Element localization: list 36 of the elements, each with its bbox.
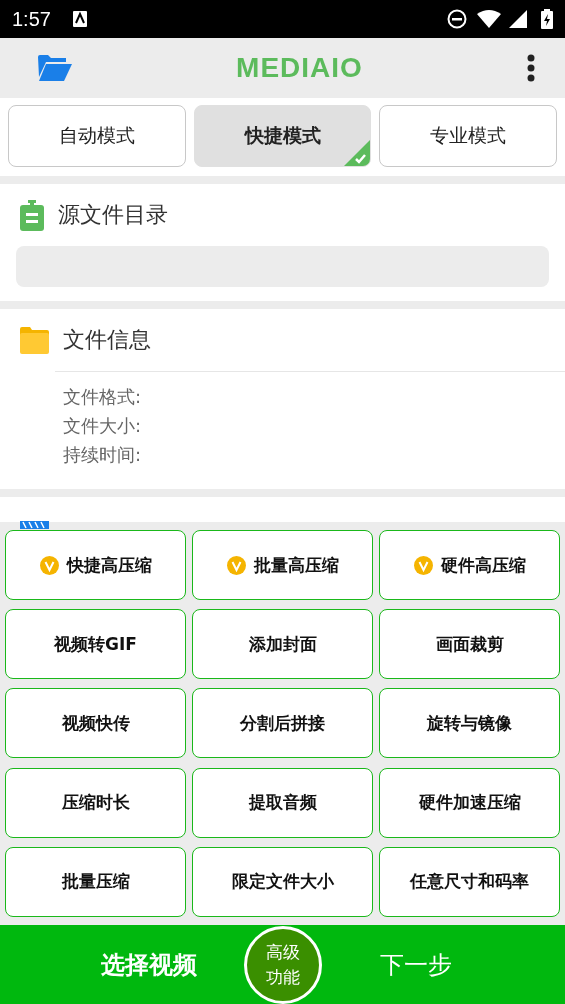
battery-icon xyxy=(541,9,553,29)
signal-icon xyxy=(509,10,527,28)
function-button[interactable]: 硬件加速压缩 xyxy=(379,767,560,838)
advanced-features-button[interactable]: 高级 功能 xyxy=(243,925,322,1004)
field-label: 持续时间: xyxy=(63,443,143,467)
check-corner-icon xyxy=(344,140,371,166)
function-button[interactable]: 视频转GIF xyxy=(5,609,186,680)
function-button[interactable]: 任意尺寸和码率 xyxy=(379,846,560,917)
field-label: 文件格式: xyxy=(63,385,143,409)
function-button[interactable]: 限定文件大小 xyxy=(192,846,373,917)
folder-icon[interactable] xyxy=(38,55,72,81)
function-button[interactable]: 压缩时长 xyxy=(5,767,186,838)
mode-tab[interactable]: 专业模式 xyxy=(379,105,557,167)
function-button[interactable]: 旋转与镜像 xyxy=(379,688,560,759)
function-button[interactable]: 视频快传 xyxy=(5,688,186,759)
wifi-icon xyxy=(477,10,501,28)
section-title: 源文件目录 xyxy=(58,201,168,229)
app-logo: MEDIAIO xyxy=(236,52,363,84)
function-button[interactable]: 添加封面 xyxy=(192,609,373,680)
function-button[interactable]: 批量压缩 xyxy=(5,846,186,917)
function-button[interactable]: 快捷高压缩 xyxy=(5,530,186,600)
function-button[interactable]: 提取音频 xyxy=(192,767,373,838)
section-title: 文件信息 xyxy=(63,326,151,354)
more-menu-icon[interactable] xyxy=(527,54,535,82)
folder-icon xyxy=(20,326,49,354)
field-label: 文件大小: xyxy=(63,414,143,438)
do-not-disturb-icon xyxy=(447,9,467,29)
function-button[interactable]: 硬件高压缩 xyxy=(379,530,560,600)
function-button[interactable]: 分割后拼接 xyxy=(192,688,373,759)
notification-icon xyxy=(72,11,87,27)
function-button[interactable]: 批量高压缩 xyxy=(192,530,373,600)
clipboard-icon xyxy=(20,199,44,231)
mode-tab[interactable]: 自动模式 xyxy=(8,105,186,167)
function-button[interactable]: 画面裁剪 xyxy=(379,609,560,680)
mode-tab[interactable]: 快捷模式 xyxy=(193,105,372,167)
status-time: 1:57 xyxy=(12,7,51,31)
